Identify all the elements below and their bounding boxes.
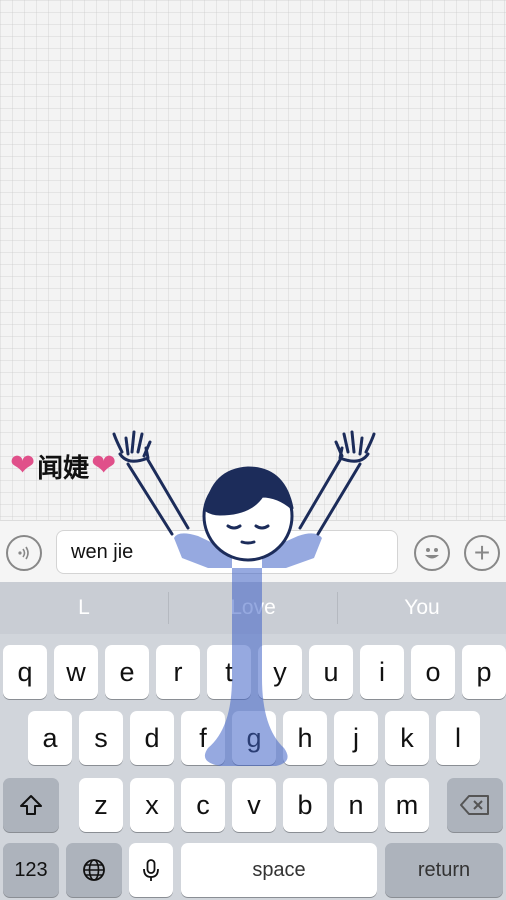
key-x[interactable]: x [130,778,174,832]
plus-button[interactable]: + [464,535,500,571]
key-y[interactable]: y [258,645,302,699]
backspace-icon[interactable] [447,778,503,832]
smiley-icon[interactable] [414,535,450,571]
key-e[interactable]: e [105,645,149,699]
message-input-value: wen jie [71,540,134,563]
key-w[interactable]: w [54,645,98,699]
key-a[interactable]: a [28,711,72,765]
space-key[interactable]: space [181,843,377,897]
globe-icon[interactable] [66,843,122,897]
key-u[interactable]: u [309,645,353,699]
message-input-bar: wen jie + [0,520,506,583]
key-i[interactable]: i [360,645,404,699]
suggestion-bar: L Love You [0,582,506,634]
key-v[interactable]: v [232,778,276,832]
chat-background [0,0,506,520]
keyboard: L Love You q w e r t y u i o p a s d f g… [0,582,506,900]
key-d[interactable]: d [130,711,174,765]
suggestion-item[interactable]: Love [169,582,337,634]
key-s[interactable]: s [79,711,123,765]
key-c[interactable]: c [181,778,225,832]
key-z[interactable]: z [79,778,123,832]
suggestion-item[interactable]: L [0,582,168,634]
key-l[interactable]: l [436,711,480,765]
contact-name: 闻婕 [37,452,90,483]
microphone-icon[interactable] [129,843,173,897]
message-input[interactable]: wen jie [56,530,398,574]
key-q[interactable]: q [3,645,47,699]
key-b[interactable]: b [283,778,327,832]
return-key[interactable]: return [385,843,503,897]
heart-icon-right: ❤ [91,449,117,482]
contact-name-label: ❤ 闻婕 ❤ [10,448,116,484]
numbers-key[interactable]: 123 [3,843,59,897]
key-o[interactable]: o [411,645,455,699]
key-j[interactable]: j [334,711,378,765]
key-m[interactable]: m [385,778,429,832]
shift-arrow-icon[interactable] [3,778,59,832]
key-f[interactable]: f [181,711,225,765]
voice-wave-icon[interactable] [6,535,42,571]
key-k[interactable]: k [385,711,429,765]
suggestion-item[interactable]: You [338,582,506,634]
heart-icon-left: ❤ [10,449,36,482]
key-t[interactable]: t [207,645,251,699]
key-h[interactable]: h [283,711,327,765]
key-g[interactable]: g [232,711,276,765]
key-r[interactable]: r [156,645,200,699]
key-n[interactable]: n [334,778,378,832]
key-p[interactable]: p [462,645,506,699]
